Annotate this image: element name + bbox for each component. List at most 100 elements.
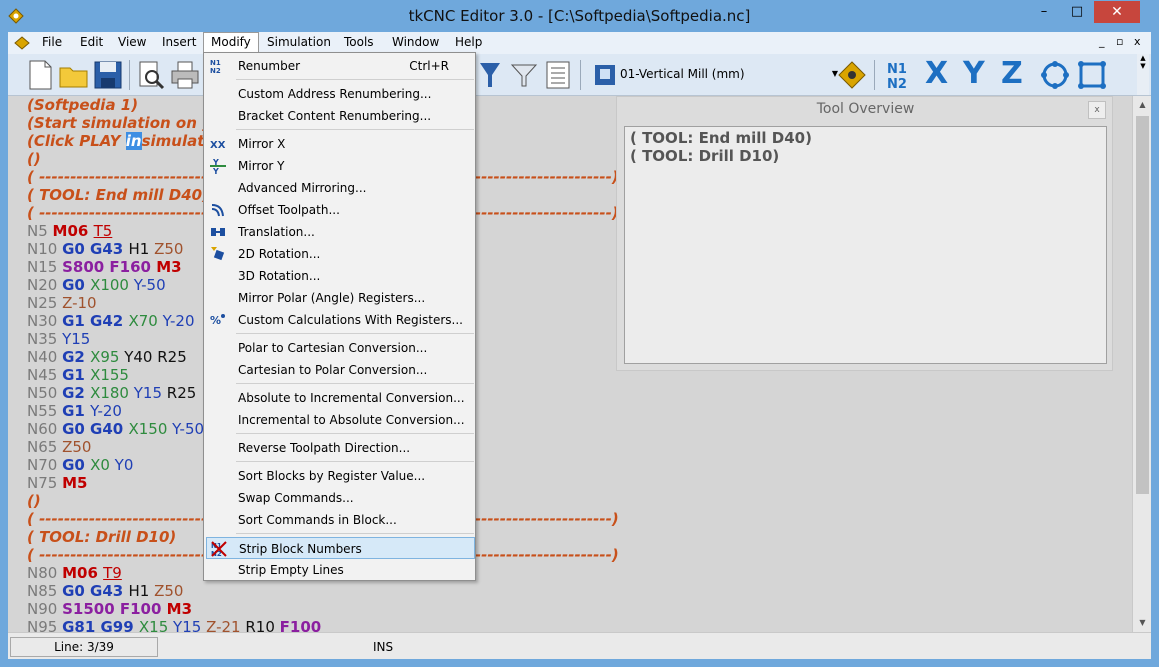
tool-entry: ( TOOL: Drill D10) bbox=[630, 147, 780, 165]
menu-item-incremental-to-absolute[interactable]: Incremental to Absolute Conversion... bbox=[206, 409, 475, 431]
menu-item-absolute-to-incremental[interactable]: Absolute to Incremental Conversion... bbox=[206, 387, 475, 409]
menu-item-polar-to-cartesian[interactable]: Polar to Cartesian Conversion... bbox=[206, 337, 475, 359]
menu-item-advanced-mirroring[interactable]: Advanced Mirroring... bbox=[206, 177, 475, 199]
print-icon[interactable] bbox=[169, 59, 201, 91]
menu-item-cartesian-to-polar[interactable]: Cartesian to Polar Conversion... bbox=[206, 359, 475, 381]
toolbar-scroll[interactable]: ▲ ▼ bbox=[1137, 54, 1149, 95]
menu-item-label: Absolute to Incremental Conversion... bbox=[238, 391, 465, 405]
mdi-close-button[interactable]: x bbox=[1134, 35, 1141, 48]
tool-library-icon[interactable] bbox=[836, 59, 868, 91]
menu-simulation[interactable]: Simulation bbox=[260, 32, 338, 54]
menu-item-strip-empty-lines[interactable]: Strip Empty Lines bbox=[206, 559, 475, 581]
machine-select[interactable]: 01-Vertical Mill (mm) ▼ bbox=[590, 60, 842, 90]
vertical-scrollbar[interactable]: ▲ ▼ bbox=[1132, 96, 1151, 632]
menu-item-swap-commands[interactable]: Swap Commands... bbox=[206, 487, 475, 509]
menu-item-mirror-polar[interactable]: Mirror Polar (Angle) Registers... bbox=[206, 287, 475, 309]
menu-item-offset-toolpath[interactable]: Offset Toolpath... bbox=[206, 199, 475, 221]
save-icon[interactable] bbox=[92, 59, 124, 91]
toolbar-separator bbox=[580, 60, 581, 90]
menu-item-3d-rotation[interactable]: 3D Rotation... bbox=[206, 265, 475, 287]
menu-item-sort-commands[interactable]: Sort Commands in Block... bbox=[206, 509, 475, 531]
svg-text:Y: Y bbox=[212, 158, 219, 167]
code-line: N10 G0 G43 H1 Z50 bbox=[27, 240, 183, 258]
close-button[interactable]: ✕ bbox=[1094, 1, 1140, 23]
code-line: ( TOOL: End mill D40) bbox=[27, 186, 209, 204]
circular-pattern-icon[interactable] bbox=[1039, 59, 1071, 91]
renumber-icon[interactable]: N1N2 bbox=[884, 59, 916, 91]
tool-overview-close-button[interactable]: x bbox=[1088, 101, 1106, 119]
code-line: (Click PLAY insimulat bbox=[27, 132, 204, 150]
menu-item-mirror-x[interactable]: XX Mirror X bbox=[206, 133, 475, 155]
listing-icon[interactable] bbox=[542, 59, 574, 91]
print-preview-icon[interactable] bbox=[135, 59, 167, 91]
menu-item-strip-block-numbers[interactable]: N1N2 Strip Block Numbers bbox=[206, 537, 475, 559]
maximize-button[interactable]: □ bbox=[1061, 1, 1093, 23]
minimize-button[interactable]: – bbox=[1028, 1, 1060, 23]
tool-overview-title: Tool Overview bbox=[816, 101, 915, 117]
y-code: Y15 bbox=[62, 330, 91, 348]
svg-text:XX: XX bbox=[210, 140, 226, 151]
menu-item-label: Custom Address Renumbering... bbox=[238, 87, 432, 101]
menu-item-translation[interactable]: Translation... bbox=[206, 221, 475, 243]
x-code: X180 bbox=[90, 384, 134, 402]
scroll-up-icon[interactable]: ▲ bbox=[1133, 96, 1152, 113]
document-icon[interactable] bbox=[14, 36, 30, 50]
menu-item-label: 3D Rotation... bbox=[238, 269, 321, 283]
menu-item-custom-calculations[interactable]: % Custom Calculations With Registers... bbox=[206, 309, 475, 331]
menu-item-custom-address-renumbering[interactable]: Custom Address Renumbering... bbox=[206, 83, 475, 105]
mdi-restore-button[interactable]: ▫ bbox=[1116, 35, 1123, 48]
tool-icon[interactable] bbox=[474, 59, 506, 91]
menu-item-bracket-content-renumbering[interactable]: Bracket Content Renumbering... bbox=[206, 105, 475, 127]
menu-item-label: Translation... bbox=[238, 225, 315, 239]
block-number: N15 bbox=[27, 258, 63, 276]
svg-text:N1: N1 bbox=[210, 59, 221, 67]
menu-item-label: Mirror X bbox=[238, 137, 286, 151]
menu-item-label: Incremental to Absolute Conversion... bbox=[238, 413, 465, 427]
code-line: N35 Y15 bbox=[27, 330, 90, 348]
block-number: N20 bbox=[27, 276, 63, 294]
menu-tools[interactable]: Tools bbox=[337, 32, 381, 54]
block-number: N85 bbox=[27, 582, 63, 600]
renumber-icon: N1N2 bbox=[210, 59, 221, 74]
h-code: H1 bbox=[128, 240, 155, 258]
rectangular-pattern-icon[interactable] bbox=[1076, 59, 1108, 91]
filter-icon[interactable] bbox=[508, 59, 540, 91]
mdi-minimize-button[interactable]: _ bbox=[1099, 35, 1105, 48]
insert-mode-indicator: INS bbox=[373, 640, 394, 654]
strip-block-numbers-icon: N1N2 bbox=[211, 541, 227, 557]
menu-item-renumber[interactable]: N1 N2 Renumber Ctrl+R bbox=[206, 55, 475, 77]
y-code: Y-50 bbox=[172, 420, 205, 438]
code-line: N70 G0 X0 Y0 bbox=[27, 456, 133, 474]
block-number: N95 bbox=[27, 618, 63, 632]
menu-item-label: Offset Toolpath... bbox=[238, 203, 340, 217]
menu-file[interactable]: File bbox=[35, 32, 69, 54]
scroll-down-icon[interactable]: ▼ bbox=[1133, 614, 1152, 631]
menu-modify[interactable]: Modify bbox=[203, 32, 259, 54]
block-number: N60 bbox=[27, 420, 63, 438]
menu-item-sort-blocks[interactable]: Sort Blocks by Register Value... bbox=[206, 465, 475, 487]
code-line: (Start simulation on y bbox=[27, 114, 212, 132]
code-text: (Click PLAY bbox=[27, 132, 126, 150]
menu-separator bbox=[236, 533, 474, 534]
offset-toolpath-icon bbox=[211, 204, 224, 217]
menu-edit[interactable]: Edit bbox=[73, 32, 110, 54]
g-code: G2 bbox=[62, 384, 91, 402]
menu-window[interactable]: Window bbox=[385, 32, 446, 54]
menu-item-mirror-y[interactable]: YY Mirror Y bbox=[206, 155, 475, 177]
code-line: N65 Z50 bbox=[27, 438, 91, 456]
menu-view[interactable]: View bbox=[111, 32, 153, 54]
menu-insert[interactable]: Insert bbox=[155, 32, 203, 54]
axis-y-button[interactable]: Y bbox=[963, 56, 985, 91]
r-code: R25 bbox=[157, 348, 187, 366]
h-code: H1 bbox=[128, 582, 155, 600]
axis-z-button[interactable]: Z bbox=[1001, 56, 1023, 91]
menu-help[interactable]: Help bbox=[448, 32, 489, 54]
open-folder-icon[interactable] bbox=[58, 59, 90, 91]
g-code: G81 G99 bbox=[62, 618, 139, 632]
tool-entry: ( TOOL: End mill D40) bbox=[630, 129, 812, 147]
scroll-thumb[interactable] bbox=[1136, 116, 1149, 494]
new-file-icon[interactable] bbox=[24, 59, 56, 91]
axis-x-button[interactable]: X bbox=[925, 56, 948, 91]
menu-item-reverse-toolpath[interactable]: Reverse Toolpath Direction... bbox=[206, 437, 475, 459]
menu-item-2d-rotation[interactable]: 2D Rotation... bbox=[206, 243, 475, 265]
